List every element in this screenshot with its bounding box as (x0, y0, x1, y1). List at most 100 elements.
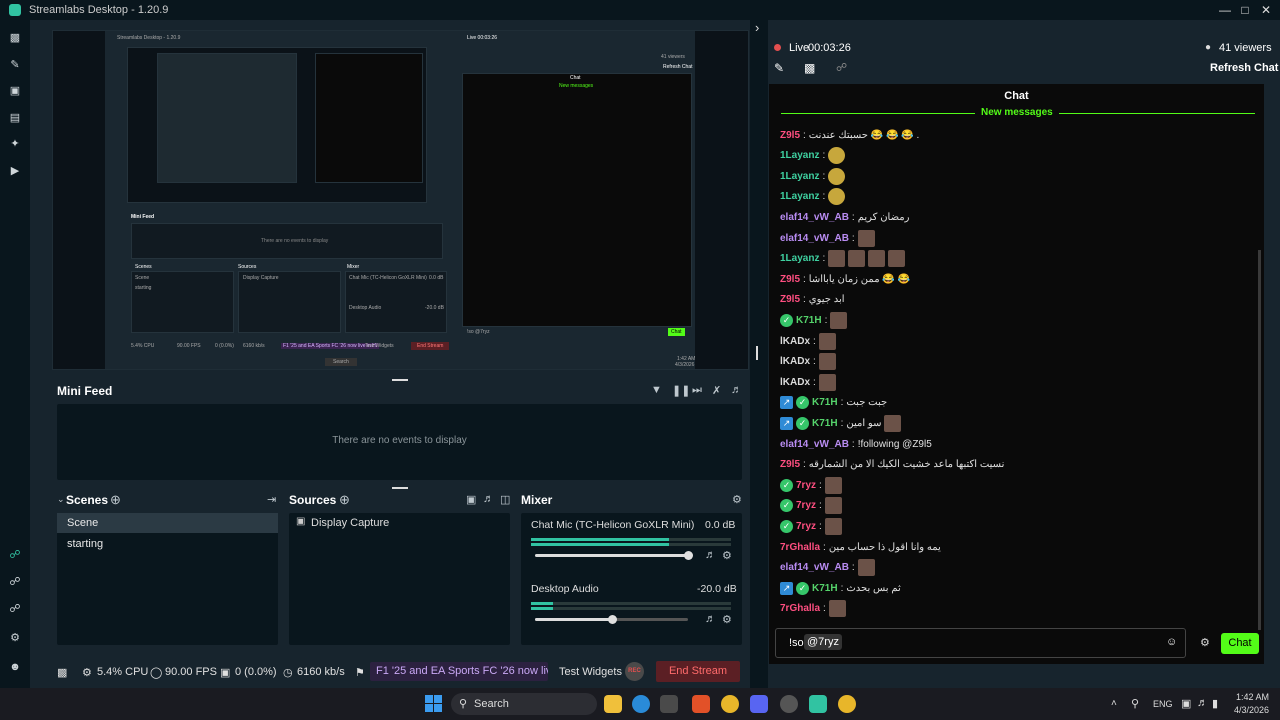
chat-username[interactable]: 1Layanz (780, 253, 819, 264)
chat-username[interactable]: 1Layanz (780, 171, 819, 182)
highlighter-icon[interactable]: ☍ (8, 601, 22, 615)
discord-icon[interactable] (750, 695, 768, 713)
chat-username[interactable]: 7ryz (796, 480, 816, 491)
volume-slider-knob[interactable] (684, 551, 693, 560)
ai-icon[interactable]: ✦ (8, 136, 22, 150)
source-layout-icon[interactable]: ▣ (466, 493, 476, 506)
overlays-icon[interactable]: ▤ (8, 110, 22, 124)
network-icon[interactable]: ▣ (1181, 697, 1191, 710)
collapse-chat-chevron-icon[interactable]: › (755, 20, 759, 35)
chat-username[interactable]: 1Layanz (780, 150, 819, 161)
stats-chart-icon[interactable]: ▩ (57, 666, 67, 679)
chat-username[interactable]: lKADx (780, 356, 810, 367)
resize-handle-minifeed[interactable] (392, 379, 408, 381)
apps-icon[interactable]: ☍ (8, 574, 22, 588)
end-stream-button[interactable]: End Stream (656, 661, 740, 682)
chat-username[interactable]: K71H (812, 583, 838, 594)
volume-icon[interactable]: ♬ (731, 384, 742, 396)
minimize-button[interactable]: — (1214, 0, 1236, 20)
chat-username[interactable]: 7rGhalla (780, 542, 820, 553)
brave-icon[interactable] (692, 695, 710, 713)
mute-icon[interactable]: ♬ (705, 549, 716, 561)
dashboard-icon[interactable]: ▩ (804, 61, 815, 75)
edge-icon[interactable] (632, 695, 650, 713)
close-button[interactable]: ✕ (1255, 0, 1277, 20)
chat-username[interactable]: K71H (812, 418, 838, 429)
chat-username[interactable]: 7ryz (796, 500, 816, 511)
scene-item[interactable]: starting (57, 534, 278, 554)
chat-username[interactable]: 1Layanz (780, 191, 819, 202)
store-app-icon[interactable] (660, 695, 678, 713)
taskbar-time[interactable]: 1:42 AM (1236, 692, 1269, 702)
chrome-icon[interactable] (838, 695, 856, 713)
taskbar-search-box[interactable] (451, 693, 597, 715)
chat-username[interactable]: elaf14_vW_AB (780, 562, 849, 573)
chat-username[interactable]: 7rGhalla (780, 603, 820, 614)
chat-username[interactable]: Z9l5 (780, 130, 800, 141)
app-icon[interactable] (780, 695, 798, 713)
chat-send-button[interactable]: Chat (1221, 633, 1259, 654)
test-widgets-button[interactable]: Test Widgets (559, 666, 622, 678)
themes-icon[interactable]: ✎ (8, 57, 22, 71)
chat-username[interactable]: elaf14_vW_AB (780, 233, 849, 244)
chat-username[interactable]: K71H (812, 397, 838, 408)
channel-settings-icon[interactable]: ⚙ (722, 613, 732, 626)
windows-start-icon[interactable] (425, 695, 442, 712)
volume-tray-icon[interactable]: ♬ (1197, 697, 1208, 709)
integrations-icon[interactable]: ☍ (8, 547, 22, 561)
mixer-settings-icon[interactable]: ⚙ (732, 493, 742, 506)
file-explorer-icon[interactable] (604, 695, 622, 713)
mute-icon[interactable]: ♬ (705, 613, 716, 625)
volume-slider[interactable] (535, 615, 688, 624)
emoji-icon[interactable]: ☺ (1166, 636, 1177, 648)
share-icon[interactable]: ☍ (836, 61, 847, 74)
news-ticker[interactable]: F1 '25 and EA Sports FC '26 now live in … (370, 662, 548, 681)
chat-username[interactable]: Z9l5 (780, 274, 800, 285)
profile-icon[interactable]: ☻ (8, 660, 22, 674)
add-scene-icon[interactable]: ⊕ (110, 492, 121, 508)
resize-handle-bottom[interactable] (392, 487, 408, 489)
skip-icon[interactable]: ⏭ (692, 384, 702, 397)
chat-username[interactable]: K71H (796, 315, 822, 326)
add-source-icon[interactable]: ⊕ (339, 492, 350, 508)
chat-username[interactable]: elaf14_vW_AB (780, 212, 849, 223)
chat-username[interactable]: elaf14_vW_AB (780, 439, 849, 450)
microphone-icon[interactable]: ⚲ (1131, 697, 1139, 710)
chat-username[interactable]: lKADx (780, 336, 810, 347)
maximize-button[interactable]: □ (1234, 0, 1256, 20)
pause-icon[interactable]: ❚❚ (672, 384, 690, 397)
streamlabs-taskbar-icon[interactable] (809, 695, 827, 713)
tray-chevron-icon[interactable]: ˄ (1111, 698, 1117, 709)
chrome-icon[interactable] (721, 695, 739, 713)
taskbar-date[interactable]: 4/3/2026 (1234, 705, 1269, 715)
source-audio-icon[interactable]: ♬ (483, 493, 494, 505)
editor-icon[interactable]: ▩ (8, 30, 22, 44)
chat-username[interactable]: Z9l5 (780, 459, 800, 470)
chat-username[interactable]: 7ryz (796, 521, 816, 532)
language-indicator[interactable]: ENG (1153, 699, 1173, 709)
chat-scrollbar[interactable] (1258, 250, 1261, 630)
chat-username[interactable]: Z9l5 (780, 294, 800, 305)
chat-settings-icon[interactable]: ⚙ (1200, 636, 1210, 649)
source-item[interactable]: Display Capture (311, 517, 389, 529)
mute-alerts-icon[interactable]: ✗ (712, 384, 721, 397)
record-button[interactable]: REC (625, 662, 644, 681)
stream-preview[interactable]: Streamlabs Desktop - 1.20.9 Mini Feed Th… (52, 30, 749, 370)
channel-settings-icon[interactable]: ⚙ (722, 549, 732, 562)
volume-slider-knob[interactable] (607, 615, 617, 624)
filter-icon[interactable]: ▼ (651, 384, 662, 396)
scene-item[interactable]: Scene (57, 513, 278, 533)
refresh-chat-button[interactable]: Refresh Chat (1210, 62, 1278, 74)
edit-stream-icon[interactable]: ✎ (774, 61, 784, 75)
scene-transitions-icon[interactable]: ⇥ (267, 493, 276, 506)
play-icon[interactable]: ▶ (8, 163, 22, 177)
store-icon[interactable]: ▣ (8, 83, 22, 97)
announcement-icon[interactable]: ⚑ (355, 666, 365, 679)
source-folder-icon[interactable]: ◫ (500, 493, 510, 506)
chat-username[interactable]: lKADx (780, 377, 810, 388)
resize-handle-vertical[interactable] (756, 346, 758, 360)
volume-slider[interactable] (535, 551, 693, 560)
settings-icon[interactable]: ⚙ (8, 630, 22, 644)
collapse-scenes-chevron-icon[interactable]: ⌄ (57, 494, 65, 505)
battery-icon[interactable]: ▮ (1212, 697, 1218, 710)
